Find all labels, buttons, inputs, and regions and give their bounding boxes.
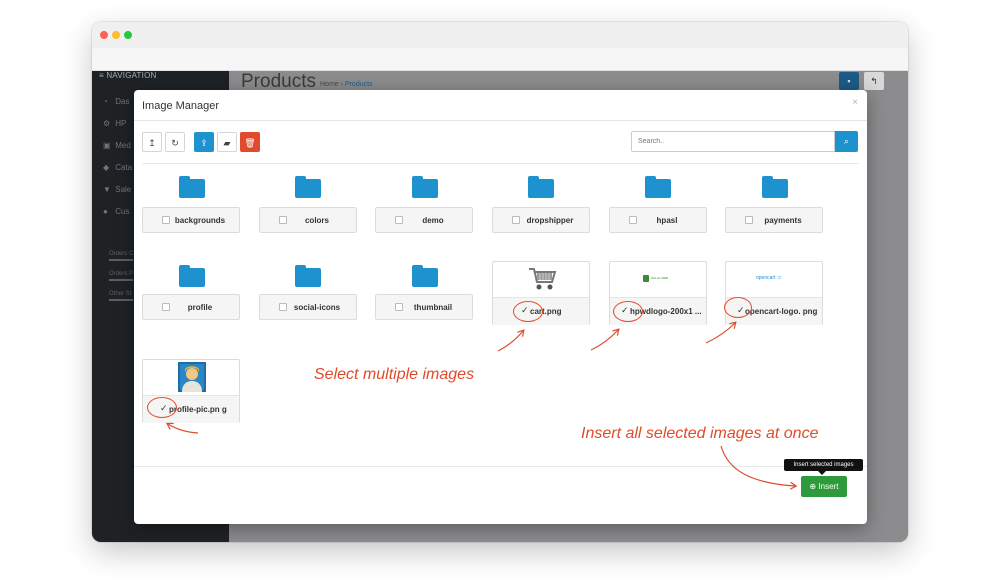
folder-item-profile[interactable]: profile xyxy=(142,294,240,320)
nav-item-media[interactable]: ▣ Med xyxy=(103,141,131,150)
folder-icon[interactable] xyxy=(179,265,205,287)
opencart-logo-thumbnail: opencart ⊐ xyxy=(756,275,782,281)
new-folder-button[interactable]: ▰ xyxy=(217,132,237,152)
nav-item-hp[interactable]: ⚙ HP xyxy=(103,119,126,128)
highlight-circle xyxy=(147,397,177,418)
modal-footer-divider xyxy=(134,466,867,467)
tag-icon: ◆ xyxy=(103,163,110,172)
close-window-button[interactable] xyxy=(100,31,108,39)
nav-item-sales[interactable]: ▼ Sale xyxy=(103,185,131,194)
folder-icon[interactable] xyxy=(295,176,321,198)
modal-header: Image Manager × xyxy=(134,90,867,121)
hpwd-logo-thumbnail: HALAL WEB xyxy=(643,275,677,283)
nav-item-dashboard[interactable]: ◔ Das xyxy=(103,97,129,106)
modal-title: Image Manager xyxy=(142,100,220,112)
search-button[interactable]: ⌕ xyxy=(835,131,858,152)
insert-button[interactable]: ⊕ Insert xyxy=(801,476,847,497)
folder-icon: ▰ xyxy=(223,138,231,148)
parent-folder-button[interactable]: ↥ xyxy=(142,132,162,152)
profile-pic-thumbnail xyxy=(178,362,206,392)
search-input[interactable] xyxy=(631,131,835,152)
trash-icon: 🗑 xyxy=(244,138,256,148)
save-icon: ▪ xyxy=(847,76,851,86)
nav-sub-orders-processing: Orders P xyxy=(109,271,134,277)
minimize-window-button[interactable] xyxy=(112,31,120,39)
annotation-insert-all: Insert all selected images at once xyxy=(581,425,819,442)
back-arrow-icon: ↰ xyxy=(870,76,878,86)
folder-item-demo[interactable]: demo xyxy=(375,207,473,233)
level-up-icon: ↥ xyxy=(148,138,156,148)
folder-icon[interactable] xyxy=(179,176,205,198)
highlight-circle xyxy=(724,297,752,318)
breadcrumb-home[interactable]: Home xyxy=(320,81,339,88)
folder-item-hpasl[interactable]: hpasl xyxy=(609,207,707,233)
save-button[interactable]: ▪ xyxy=(839,72,859,90)
insert-tooltip: Insert selected images xyxy=(784,459,863,475)
maximize-window-button[interactable] xyxy=(124,31,132,39)
folder-icon[interactable] xyxy=(762,176,788,198)
progress-bar xyxy=(109,299,133,301)
nav-item-catalog[interactable]: ◆ Cata xyxy=(103,163,132,172)
nav-sub-other-status: Other St xyxy=(109,291,132,297)
folder-icon[interactable] xyxy=(645,176,671,198)
close-icon[interactable]: × xyxy=(852,97,858,108)
folder-item-social-icons[interactable]: social-icons xyxy=(259,294,357,320)
cart-icon: ▼ xyxy=(103,185,111,194)
nav-item-customers[interactable]: ● Cus xyxy=(103,207,129,216)
toolbar-divider xyxy=(142,163,859,164)
cart-thumbnail xyxy=(529,268,557,290)
refresh-icon: ↻ xyxy=(171,138,179,148)
cogs-icon: ⚙ xyxy=(103,119,111,128)
highlight-circle xyxy=(513,301,543,322)
folder-icon[interactable] xyxy=(528,176,554,198)
folder-item-dropshipper[interactable]: dropshipper xyxy=(492,207,590,233)
breadcrumb-current[interactable]: Products xyxy=(345,81,373,88)
refresh-button[interactable]: ↻ xyxy=(165,132,185,152)
folder-icon[interactable] xyxy=(412,265,438,287)
upload-icon: ⇪ xyxy=(200,138,208,148)
progress-bar xyxy=(109,259,133,261)
folder-item-colors[interactable]: colors xyxy=(259,207,357,233)
window-titlebar xyxy=(92,22,908,48)
back-button[interactable]: ↰ xyxy=(864,72,884,90)
search-icon: ⌕ xyxy=(843,136,850,146)
folder-icon[interactable] xyxy=(412,176,438,198)
breadcrumb: Home › Products xyxy=(320,81,373,88)
plus-circle-icon: ⊕ xyxy=(809,482,817,491)
folder-icon[interactable] xyxy=(295,265,321,287)
nav-sub-orders-complete: Orders C xyxy=(109,251,134,257)
upload-button[interactable]: ⇪ xyxy=(194,132,214,152)
delete-button[interactable]: 🗑 xyxy=(240,132,260,152)
folder-item-backgrounds[interactable]: backgrounds xyxy=(142,207,240,233)
annotation-select-multiple: Select multiple images xyxy=(314,366,475,383)
image-manager-modal: Image Manager × ↥ ↻ ⇪ ▰ 🗑 ⌕ backgrounds … xyxy=(134,90,867,524)
progress-bar xyxy=(109,279,133,281)
nav-title: ≡ NAVIGATION xyxy=(99,71,157,80)
folder-item-payments[interactable]: payments xyxy=(725,207,823,233)
folder-item-thumbnail[interactable]: thumbnail xyxy=(375,294,473,320)
menu-icon: ≡ xyxy=(99,71,104,80)
image-icon: ▣ xyxy=(103,141,111,150)
user-icon: ● xyxy=(103,207,108,216)
highlight-circle xyxy=(613,301,643,322)
browser-toolbar xyxy=(92,48,908,71)
dashboard-icon: ◔ xyxy=(103,97,108,106)
